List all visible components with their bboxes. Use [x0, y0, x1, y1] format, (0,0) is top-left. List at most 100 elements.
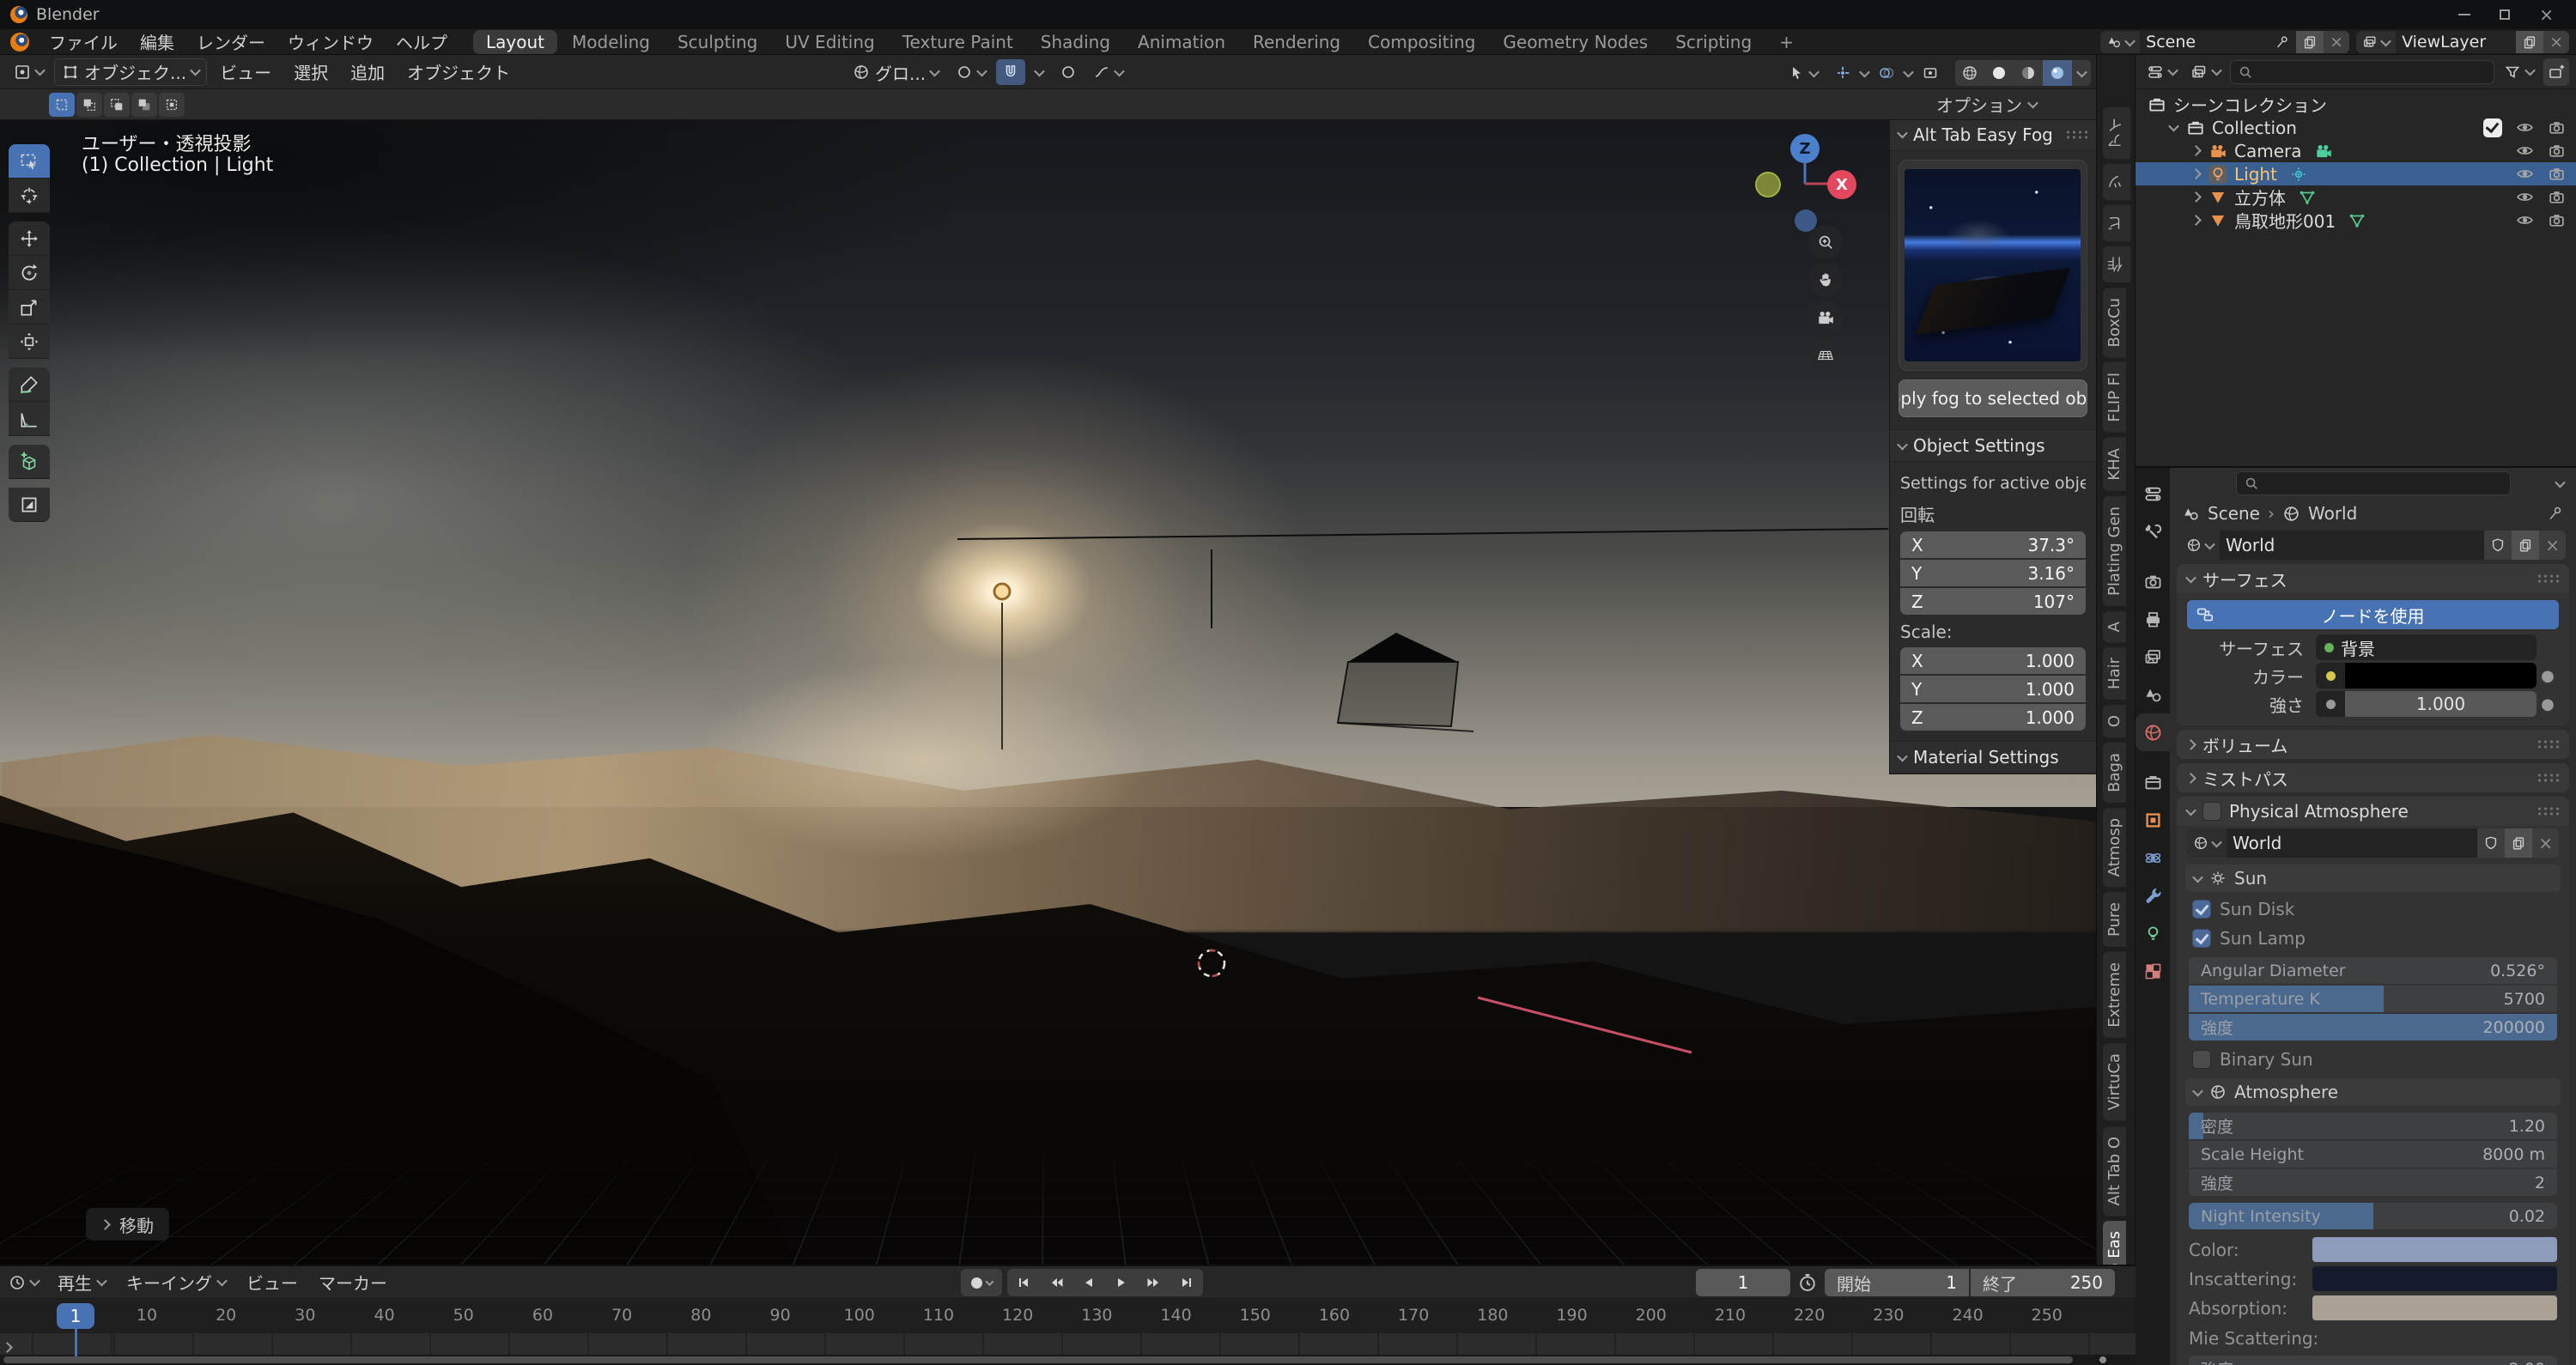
menu-1[interactable]: 編集	[129, 29, 185, 54]
pivot-point-dropdown[interactable]	[949, 58, 993, 86]
side-tab-plating-gen[interactable]: Plating Gen	[2102, 495, 2127, 607]
atmosphere-enable-checkbox[interactable]	[2202, 802, 2221, 821]
outliner-row-5[interactable]: 鳥取地形001	[2136, 209, 2576, 232]
scale-field-z[interactable]: Z1.000	[1900, 704, 2086, 731]
surface-shader-dropdown[interactable]: 背景	[2316, 634, 2537, 660]
mist-pass-panel-header[interactable]: ミストパス	[2177, 763, 2569, 792]
view-layer-name-field[interactable]: ViewLayer	[2396, 31, 2516, 53]
object-visibility-dropdown[interactable]	[1781, 59, 1825, 87]
timeline-menu-1[interactable]: キーイング	[116, 1270, 236, 1295]
side-tab-a[interactable]: A	[2102, 610, 2127, 643]
physical-atmosphere-header[interactable]: Physical Atmosphere	[2177, 797, 2569, 826]
outliner-filter-dropdown[interactable]	[2500, 58, 2538, 86]
shading-material-button[interactable]	[2014, 60, 2043, 86]
workspace-tab-rendering[interactable]: Rendering	[1240, 30, 1353, 54]
use-nodes-button[interactable]: ノードを使用	[2187, 600, 2559, 629]
playback-next-keyframe-button[interactable]	[1138, 1269, 1170, 1296]
navigation-gizmo[interactable]: Z X	[1752, 127, 1863, 234]
properties-tab-object[interactable]	[2136, 801, 2170, 839]
tool-scale[interactable]	[9, 290, 50, 325]
side-tab-extreme[interactable]: Extreme	[2102, 951, 2127, 1039]
properties-tab-object-data[interactable]	[2136, 914, 2170, 952]
rotation-field-x[interactable]: X37.3°	[1900, 531, 2086, 558]
apply-fog-button[interactable]: Apply fog to selected obj...	[1899, 379, 2087, 417]
menu-4[interactable]: ヘルプ	[385, 29, 459, 54]
maximize-icon[interactable]	[2500, 9, 2510, 20]
easy-fog-panel-header[interactable]: Alt Tab Easy Fog	[1890, 120, 2096, 151]
unlink-icon[interactable]: ×	[2532, 828, 2559, 858]
side-tab-virtuca[interactable]: VirtuCa	[2102, 1042, 2127, 1121]
timeline-track[interactable]	[0, 1333, 2136, 1356]
sun-slider-0[interactable]: Angular Diameter0.526°	[2189, 957, 2557, 984]
auto-keying-button[interactable]	[961, 1269, 1002, 1296]
shield-icon[interactable]	[2483, 835, 2499, 851]
properties-search-input[interactable]	[2236, 471, 2511, 495]
outliner-filter-id-dropdown[interactable]	[2186, 58, 2225, 86]
properties-tab-physics[interactable]	[2136, 839, 2170, 877]
unlink-scene-icon[interactable]: ×	[2324, 31, 2349, 53]
side-tab-atmosp[interactable]: Atmosp	[2102, 807, 2127, 888]
options-dropdown[interactable]: オプション	[1936, 92, 2037, 117]
playback-prev-keyframe-button[interactable]	[1040, 1269, 1072, 1296]
sun-check-checkbox-1[interactable]	[2192, 929, 2211, 948]
select-mode-subtract[interactable]	[104, 93, 130, 117]
world-name-field[interactable]: World	[2220, 531, 2484, 560]
sun-check-0[interactable]: Sun Disk	[2192, 897, 2561, 921]
tool-add-cube[interactable]	[9, 445, 50, 479]
properties-editor-type-button[interactable]	[2136, 475, 2170, 513]
atmosphere-slider-0[interactable]: 密度1.20	[2189, 1113, 2557, 1139]
visibility-eye-icon[interactable]	[2516, 165, 2534, 183]
frame-ruler[interactable]: 1102030405060708090100110120130140150160…	[0, 1299, 2136, 1333]
stopwatch-icon[interactable]	[1797, 1272, 1818, 1293]
object-settings-header[interactable]: Object Settings	[1890, 429, 2096, 462]
minimize-icon[interactable]	[2458, 14, 2470, 15]
atmosphere-slider-1[interactable]: Scale Height8000 m	[2189, 1141, 2557, 1168]
shading-dropdown[interactable]	[2072, 60, 2091, 86]
strength-field[interactable]: 1.000	[2345, 691, 2537, 717]
snap-toggle[interactable]	[996, 59, 1025, 85]
visibility-eye-icon[interactable]	[2516, 142, 2534, 160]
properties-tab-view-layer[interactable]	[2136, 638, 2170, 676]
gizmo-z-axis[interactable]: Z	[1790, 134, 1820, 163]
side-tab-pure[interactable]: Pure	[2102, 891, 2127, 948]
properties-tab-collection[interactable]	[2136, 763, 2170, 801]
disclosure-icon[interactable]	[2190, 145, 2202, 156]
tool-addon-tool[interactable]	[9, 488, 50, 522]
nav-camera-view-button[interactable]	[1808, 300, 1843, 335]
rotation-field-y[interactable]: Y3.16°	[1900, 560, 2086, 586]
shading-solid-button[interactable]	[1984, 60, 2014, 86]
copy-icon[interactable]	[2511, 835, 2526, 851]
workspace-tab--[interactable]: +	[1766, 30, 1807, 54]
side-tab-baga[interactable]: Baga	[2102, 742, 2127, 804]
select-mode-new[interactable]	[49, 93, 75, 117]
properties-tab-world[interactable]	[2136, 713, 2170, 751]
outliner-display-mode-dropdown[interactable]	[2142, 58, 2181, 86]
scene-selector[interactable]: Scene ×	[2100, 31, 2349, 53]
side-tab-alt-tab-o[interactable]: Alt Tab O	[2102, 1125, 2127, 1216]
side-tab-flip-fl[interactable]: FLIP Fl	[2102, 361, 2127, 434]
workspace-tab-modeling[interactable]: Modeling	[559, 30, 663, 54]
viewport-menu-0[interactable]: ビュー	[210, 59, 281, 84]
gizmo-y-axis[interactable]	[1755, 172, 1781, 197]
collection-checkbox[interactable]	[2483, 118, 2502, 137]
side-tab-o[interactable]: O	[2102, 704, 2127, 738]
select-mode-invert[interactable]	[131, 93, 157, 117]
view-layer-selector[interactable]: ViewLayer ×	[2356, 31, 2569, 53]
tool-measure[interactable]	[9, 402, 50, 436]
workspace-tab-sculpting[interactable]: Sculpting	[665, 30, 770, 54]
color-swatch[interactable]	[2312, 1237, 2557, 1262]
atmosphere-world-name-field[interactable]: World	[2227, 828, 2477, 858]
animate-dot-icon[interactable]: ●	[2537, 695, 2559, 713]
workspace-tab-shading[interactable]: Shading	[1028, 30, 1123, 54]
properties-tab-output[interactable]	[2136, 600, 2170, 638]
playback-jump-start-button[interactable]	[1007, 1269, 1040, 1296]
render-visibility-icon[interactable]	[2548, 188, 2566, 206]
show-gizmos-toggle[interactable]	[1828, 60, 1857, 86]
new-view-layer-icon[interactable]	[2522, 34, 2537, 50]
workspace-tab-geometry-nodes[interactable]: Geometry Nodes	[1491, 30, 1662, 54]
mode-selector[interactable]: オブジェク...	[54, 58, 207, 86]
menu-0[interactable]: ファイル	[38, 29, 129, 54]
unlink-icon[interactable]: ×	[2539, 531, 2566, 560]
color-swatch[interactable]	[2312, 1266, 2557, 1291]
viewport-menu-3[interactable]: オブジェクト	[398, 59, 519, 84]
